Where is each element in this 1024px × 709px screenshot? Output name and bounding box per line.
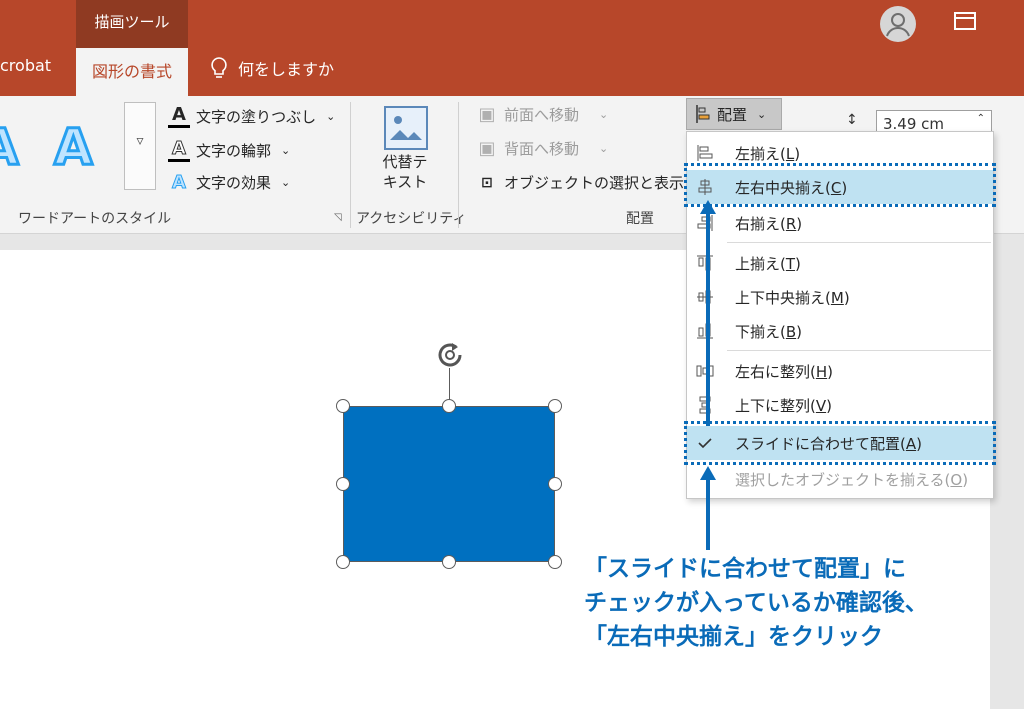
align-left-icon xyxy=(697,145,713,161)
wordart-more-button[interactable]: ▿ xyxy=(124,102,156,190)
menu-separator xyxy=(727,242,991,243)
title-bar: 描画ツール crobat 図形の書式 何をしますか xyxy=(0,0,1024,96)
bring-forward-button[interactable]: ▣ 前面へ移動 ⌄ xyxy=(476,104,608,125)
annotation-arrow-lower xyxy=(706,476,710,550)
distribute-horizontal-icon xyxy=(696,365,714,377)
wordart-gallery[interactable]: A A xyxy=(0,104,124,192)
text-outline-button[interactable]: A 文字の輪郭 ⌄ xyxy=(168,138,290,162)
menu-item-distribute-horizontal[interactable]: 左右に整列(H) xyxy=(687,354,993,388)
account-avatar[interactable] xyxy=(880,6,916,42)
wordart-style-1[interactable]: A xyxy=(0,117,20,178)
lightbulb-icon xyxy=(211,57,227,78)
resize-handle-top-right[interactable] xyxy=(548,399,562,413)
ribbon-display-options-icon[interactable] xyxy=(954,12,976,30)
spin-up-icon[interactable]: ⌃ xyxy=(977,113,985,124)
resize-handle-top[interactable] xyxy=(442,399,456,413)
text-effects-button[interactable]: A 文字の効果 ⌄ xyxy=(168,172,291,194)
selection-pane-button[interactable]: ⊡ オブジェクトの選択と表示 xyxy=(476,172,684,193)
tell-me-box[interactable]: 何をしますか xyxy=(210,56,334,80)
tab-shape-format[interactable]: 図形の書式 xyxy=(76,48,188,96)
align-bottom-icon xyxy=(697,323,713,339)
menu-item-align-top[interactable]: 上揃え(T) xyxy=(687,246,993,280)
annotation-arrowhead-upper xyxy=(700,200,716,214)
alt-text-button[interactable]: 代替テ キスト xyxy=(372,152,438,192)
align-icon xyxy=(696,105,710,123)
text-fill-icon: A xyxy=(168,104,190,128)
tab-acrobat[interactable]: crobat xyxy=(0,56,51,75)
text-outline-icon: A xyxy=(168,138,190,162)
height-icon: ↕ xyxy=(846,112,858,128)
align-middle-icon xyxy=(697,290,713,304)
resize-handle-right[interactable] xyxy=(548,477,562,491)
align-dropdown-button[interactable]: 配置 ⌄ xyxy=(686,98,782,130)
wordart-style-2[interactable]: A xyxy=(53,117,95,178)
text-effects-icon: A xyxy=(172,172,187,194)
alt-text-icon[interactable] xyxy=(384,106,428,150)
resize-handle-left[interactable] xyxy=(336,477,350,491)
send-backward-icon: ▣ xyxy=(478,138,496,159)
distribute-vertical-icon xyxy=(699,396,711,414)
callout-line-2: チェックが入っているか確認後、 xyxy=(584,590,928,616)
menu-separator xyxy=(727,350,991,351)
text-fill-button[interactable]: A 文字の塗りつぶし ⌄ xyxy=(168,104,335,128)
menu-item-align-selected: 選択したオブジェクトを揃える(O) xyxy=(735,470,969,489)
rotate-handle-icon[interactable] xyxy=(433,338,467,372)
context-tab-drawing-tools: 描画ツール xyxy=(76,0,188,48)
bring-forward-icon: ▣ xyxy=(478,104,496,125)
callout-line-3: 「左右中央揃え」をクリック xyxy=(584,624,883,650)
annotation-arrow-upper xyxy=(706,210,710,426)
user-icon xyxy=(886,13,910,37)
dialog-launcher-icon[interactable]: ◹ xyxy=(334,212,342,223)
send-backward-button[interactable]: ▣ 背面へ移動 ⌄ xyxy=(476,138,608,159)
resize-handle-bottom-left[interactable] xyxy=(336,555,350,569)
menu-item-align-right[interactable]: 右揃え(R) xyxy=(687,206,993,240)
align-top-icon xyxy=(697,255,713,271)
resize-handle-top-left[interactable] xyxy=(336,399,350,413)
menu-item-distribute-vertical[interactable]: 上下に整列(V) xyxy=(687,388,993,422)
separator xyxy=(458,102,459,228)
highlight-align-to-slide xyxy=(684,421,996,465)
annotation-arrowhead-lower xyxy=(700,466,716,480)
tell-me-label: 何をしますか xyxy=(238,60,335,79)
picture-icon xyxy=(390,116,422,140)
rectangle-shape[interactable] xyxy=(343,406,555,562)
annotation-callout: 「スライドに合わせて配置」に チェックが入っているか確認後、 「左右中央揃え」を… xyxy=(584,552,1004,654)
callout-line-1: 「スライドに合わせて配置」に xyxy=(584,556,906,582)
group-label-wordart: ワードアートのスタイル xyxy=(18,211,172,227)
menu-item-align-bottom[interactable]: 下揃え(B) xyxy=(687,314,993,348)
menu-item-align-middle[interactable]: 上下中央揃え(M) xyxy=(687,280,993,314)
group-label-arrange: 配置 xyxy=(626,211,654,227)
group-label-accessibility: アクセシビリティ xyxy=(356,211,467,227)
resize-handle-bottom[interactable] xyxy=(442,555,456,569)
align-right-icon xyxy=(697,215,713,231)
separator xyxy=(350,102,351,228)
highlight-align-center xyxy=(684,163,996,207)
resize-handle-bottom-right[interactable] xyxy=(548,555,562,569)
selection-pane-icon: ⊡ xyxy=(481,174,493,191)
